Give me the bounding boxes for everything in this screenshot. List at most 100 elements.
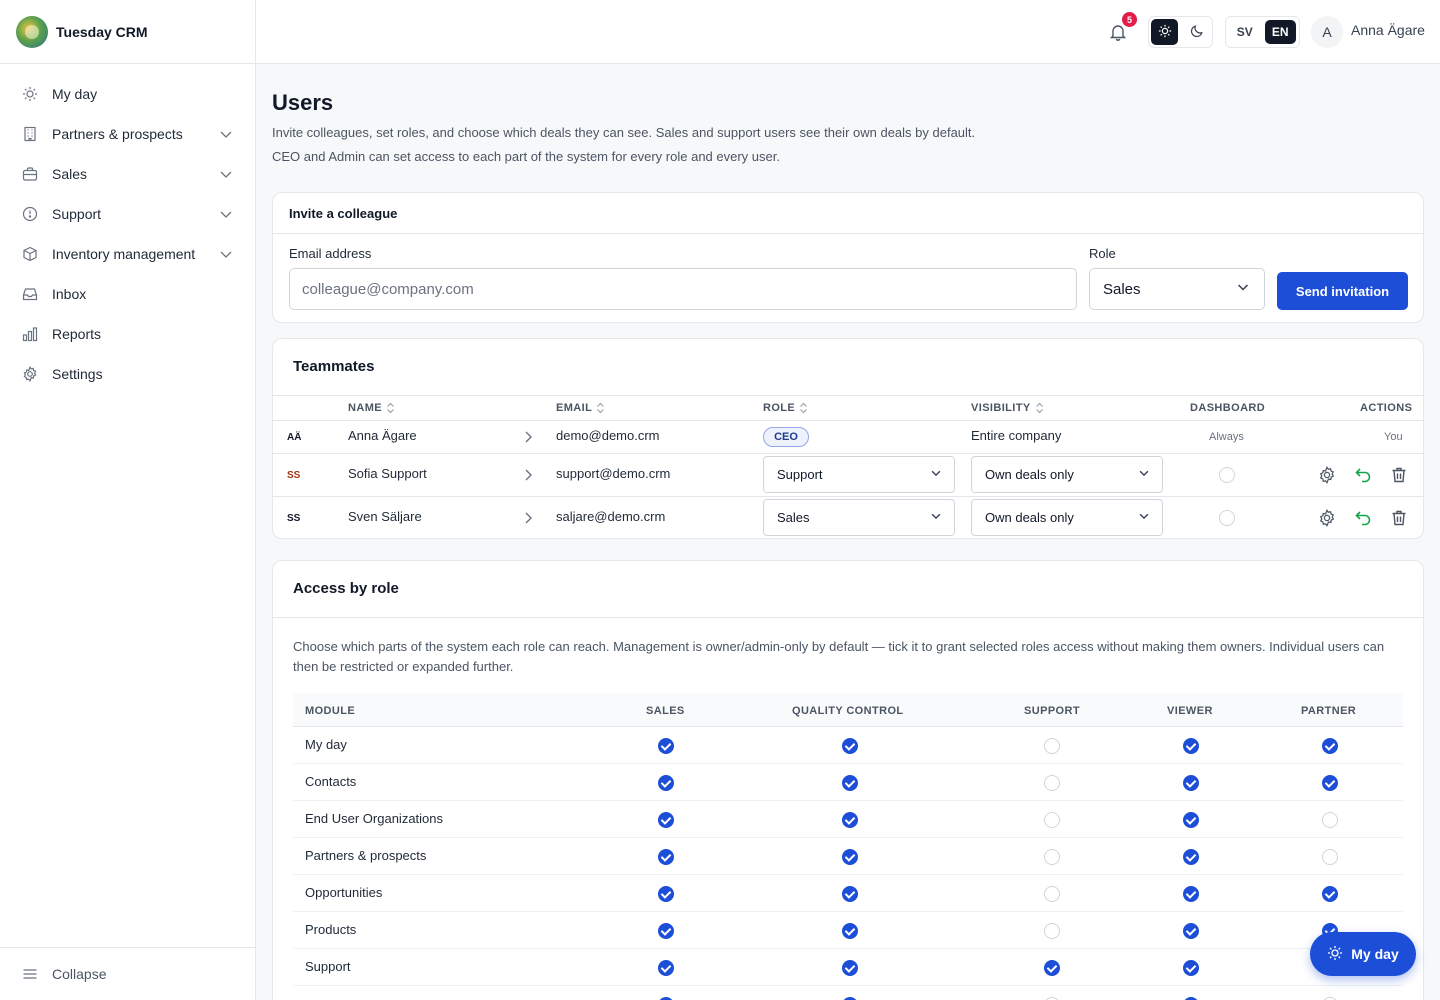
gear-icon[interactable] — [1318, 466, 1336, 484]
brand-logo — [16, 15, 48, 48]
role-select-value: Support — [777, 467, 823, 482]
visibility-select[interactable]: Own deals only — [971, 456, 1163, 493]
chevron-right-icon[interactable] — [521, 511, 535, 528]
actions-value: You — [1384, 431, 1403, 443]
module-name: Opportunities — [305, 885, 383, 900]
module-name: End User Organizations — [305, 811, 444, 826]
user-email: saljare@demo.crm — [556, 509, 666, 524]
sidebar-item-inventory[interactable]: Inventory management — [0, 234, 255, 274]
header-label: VISIBILITY — [971, 402, 1031, 414]
access-checkbox-checked[interactable] — [1183, 775, 1199, 791]
access-checkbox-unchecked[interactable] — [1044, 738, 1060, 754]
access-row: My day — [293, 727, 1403, 764]
access-checkbox-checked[interactable] — [842, 923, 858, 939]
access-checkbox-checked[interactable] — [1183, 849, 1199, 865]
send-invitation-button[interactable]: Send invitation — [1277, 272, 1408, 310]
trash-icon[interactable] — [1390, 509, 1408, 527]
light-theme-button[interactable] — [1151, 19, 1178, 45]
access-checkbox-checked[interactable] — [658, 812, 674, 828]
access-checkbox-checked[interactable] — [842, 775, 858, 791]
header-label: ROLE — [763, 402, 796, 414]
visibility-select[interactable]: Own deals only — [971, 499, 1163, 536]
access-table-header: MODULE SALES QUALITY CONTROL SUPPORT VIE… — [293, 693, 1403, 727]
access-checkbox-checked[interactable] — [842, 849, 858, 865]
access-checkbox-checked[interactable] — [1183, 960, 1199, 976]
access-checkbox-checked[interactable] — [1183, 812, 1199, 828]
collapse-button[interactable]: Collapse — [0, 947, 255, 1000]
my-day-floating-button[interactable]: My day — [1310, 932, 1416, 976]
dashboard-checkbox[interactable] — [1219, 467, 1235, 483]
building-icon — [22, 126, 38, 142]
access-checkbox-checked[interactable] — [1183, 738, 1199, 754]
chevron-right-icon[interactable] — [521, 468, 535, 485]
chevron-down-icon — [219, 207, 233, 221]
access-checkbox-checked[interactable] — [658, 849, 674, 865]
sidebar-item-support[interactable]: Support — [0, 194, 255, 234]
access-checkbox-checked[interactable] — [842, 960, 858, 976]
page-description-secondary: CEO and Admin can set access to each par… — [272, 149, 780, 164]
access-checkbox-unchecked[interactable] — [1044, 886, 1060, 902]
role-select[interactable]: Support — [763, 456, 955, 493]
access-checkbox-checked[interactable] — [658, 960, 674, 976]
lang-en-button[interactable]: EN — [1264, 20, 1296, 44]
access-checkbox-unchecked[interactable] — [1044, 812, 1060, 828]
access-checkbox-checked[interactable] — [1322, 775, 1338, 791]
role-column-header[interactable]: ROLE — [763, 402, 808, 414]
sidebar-item-sales[interactable]: Sales — [0, 154, 255, 194]
access-checkbox-checked[interactable] — [658, 886, 674, 902]
role-label: Role — [1089, 246, 1116, 261]
email-input[interactable] — [289, 268, 1077, 310]
access-checkbox-unchecked[interactable] — [1322, 849, 1338, 865]
email-column-header[interactable]: EMAIL — [556, 402, 605, 414]
access-checkbox-unchecked[interactable] — [1322, 812, 1338, 828]
user-name[interactable]: Anna Ägare — [1351, 22, 1425, 38]
inbox-icon — [22, 286, 38, 302]
access-checkbox-unchecked[interactable] — [1044, 923, 1060, 939]
briefcase-icon — [22, 166, 38, 182]
chevron-down-icon — [219, 127, 233, 141]
access-checkbox-checked[interactable] — [842, 886, 858, 902]
undo-icon[interactable] — [1354, 509, 1372, 527]
role-select[interactable]: Sales — [763, 499, 955, 536]
access-checkbox-unchecked[interactable] — [1044, 849, 1060, 865]
gear-icon[interactable] — [1318, 509, 1336, 527]
access-checkbox-checked[interactable] — [1044, 960, 1060, 976]
access-checkbox-checked[interactable] — [1322, 738, 1338, 754]
access-checkbox-checked[interactable] — [658, 775, 674, 791]
access-checkbox-checked[interactable] — [1183, 886, 1199, 902]
dashboard-checkbox[interactable] — [1219, 510, 1235, 526]
brand-name: Tuesday CRM — [56, 23, 148, 40]
access-row: Products — [293, 912, 1403, 949]
access-checkbox-checked[interactable] — [1322, 886, 1338, 902]
access-checkbox-checked[interactable] — [658, 923, 674, 939]
access-checkbox-unchecked[interactable] — [1044, 775, 1060, 791]
trash-icon[interactable] — [1390, 466, 1408, 484]
sidebar-item-my-day[interactable]: My day — [0, 74, 255, 114]
visibility-column-header[interactable]: VISIBILITY — [971, 402, 1044, 414]
role-select[interactable]: Sales — [1089, 268, 1265, 310]
sun-icon — [1158, 24, 1172, 41]
undo-icon[interactable] — [1354, 466, 1372, 484]
user-initials: SS — [287, 513, 301, 524]
sidebar-item-settings[interactable]: Settings — [0, 354, 255, 394]
access-checkbox-checked[interactable] — [842, 812, 858, 828]
access-checkbox-checked[interactable] — [658, 738, 674, 754]
access-checkbox-checked[interactable] — [1183, 923, 1199, 939]
page-description: Invite colleagues, set roles, and choose… — [272, 125, 976, 140]
access-checkbox-checked[interactable] — [842, 738, 858, 754]
dark-theme-button[interactable] — [1183, 19, 1210, 45]
box-icon — [22, 246, 38, 262]
name-column-header[interactable]: NAME — [348, 402, 395, 414]
avatar[interactable]: A — [1311, 16, 1343, 48]
brand[interactable]: Tuesday CRM — [0, 0, 255, 64]
sidebar-item-inbox[interactable]: Inbox — [0, 274, 255, 314]
divider — [273, 496, 1423, 497]
module-name: Support — [305, 959, 351, 974]
access-description: Choose which parts of the system each ro… — [293, 639, 1385, 674]
access-title: Access by role — [293, 580, 399, 597]
chevron-down-icon — [930, 510, 942, 525]
sidebar-item-reports[interactable]: Reports — [0, 314, 255, 354]
lang-sv-button[interactable]: SV — [1229, 20, 1261, 44]
chevron-right-icon[interactable] — [521, 430, 535, 447]
sidebar-item-partners[interactable]: Partners & prospects — [0, 114, 255, 154]
